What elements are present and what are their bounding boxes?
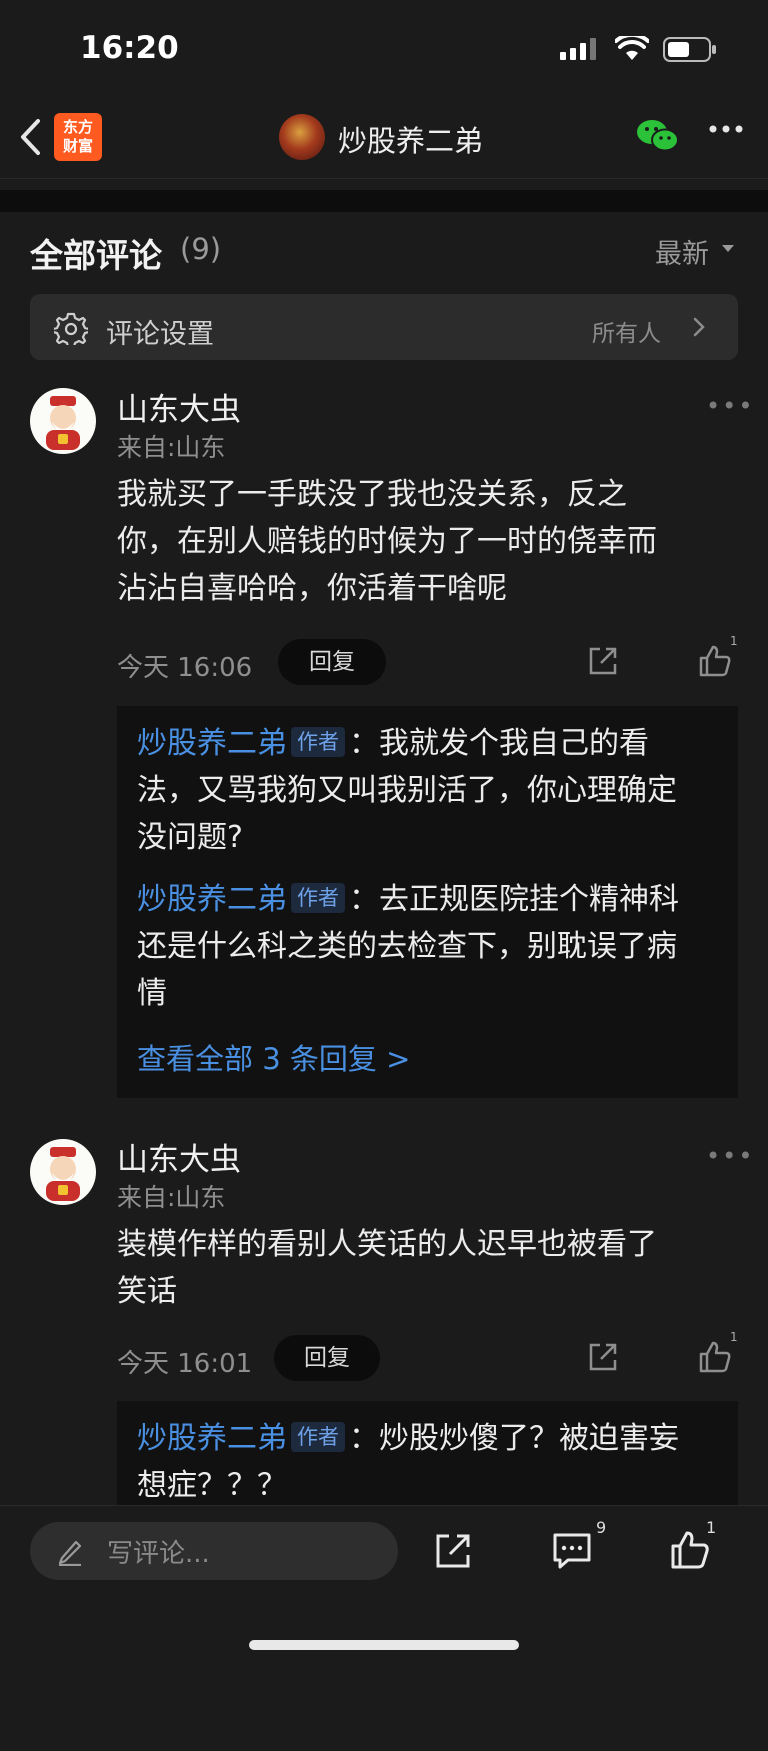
wifi-icon [615, 36, 649, 60]
battery-icon [663, 37, 716, 62]
reply-author[interactable]: 炒股养二弟 [137, 726, 287, 761]
comments-title: 全部评论 [30, 236, 162, 275]
text-line: 笑话 [117, 1274, 177, 1309]
fortune-god-icon [46, 396, 80, 450]
comment-more-icon[interactable]: ••• [706, 1142, 754, 1170]
chevron-right-icon [693, 317, 705, 337]
reply-author[interactable]: 炒股养二弟 [137, 882, 287, 917]
reply-button[interactable]: 回复 [274, 1335, 380, 1381]
view-all-replies-link[interactable]: 查看全部 3 条回复 > [137, 1036, 410, 1078]
reply-text: 没问题? [137, 820, 243, 855]
share-icon[interactable] [587, 645, 619, 677]
reply-text: 还是什么科之类的去检查下，别耽误了病 [137, 929, 677, 964]
reply-text: ：我就发个我自己的看 [349, 726, 649, 761]
more-icon[interactable] [709, 124, 743, 134]
like-icon[interactable] [698, 1340, 732, 1374]
logo-line1: 东方 [62, 118, 93, 136]
reply-text: ：炒股炒傻了？被迫害妄 [349, 1421, 679, 1456]
author-tag: 作者 [291, 1422, 345, 1452]
comment-location: 来自:山东 [117, 433, 226, 462]
text-line: 我就买了一手跌没了我也没关系，反之 [117, 477, 627, 512]
status-time: 16:20 [80, 30, 179, 66]
comment-text: 装模作样的看别人笑话的人迟早也被看了 笑话 [117, 1221, 737, 1315]
text-line: 沾沾自喜哈哈，你活着干啥呢 [117, 571, 507, 606]
like-count: 1 [706, 1518, 717, 1537]
back-icon[interactable] [18, 118, 42, 156]
sort-selector[interactable]: 最新 [655, 232, 709, 271]
comment-more-icon[interactable]: ••• [706, 392, 754, 420]
reply-text: 想症？？？ [137, 1468, 287, 1503]
commenter-avatar[interactable] [30, 388, 96, 454]
author-tag: 作者 [291, 883, 345, 913]
like-count: 1 [730, 634, 738, 648]
author-avatar[interactable] [279, 114, 325, 160]
text-line: 装模作样的看别人笑话的人迟早也被看了 [117, 1227, 657, 1262]
comment-location: 来自:山东 [117, 1183, 226, 1212]
comment-author[interactable]: 山东大虫 [117, 384, 241, 429]
wechat-icon[interactable] [636, 118, 680, 154]
fortune-god-icon [46, 1147, 80, 1201]
commenter-avatar[interactable] [30, 1139, 96, 1205]
settings-value: 所有人 [592, 321, 661, 347]
reply-text: ：去正规医院挂个精神科 [349, 882, 679, 917]
reply-text: 情 [137, 976, 167, 1011]
reply-item: 炒股养二弟 作者 ：炒股炒傻了？被迫害妄 想症？？？ [137, 1415, 737, 1509]
comment-author[interactable]: 山东大虫 [117, 1134, 241, 1179]
like-icon[interactable] [670, 1530, 710, 1570]
share-icon[interactable] [434, 1532, 472, 1570]
section-separator [0, 190, 768, 212]
reply-item: 炒股养二弟 作者 ：去正规医院挂个精神科 还是什么科之类的去检查下，别耽误了病 情 [137, 876, 737, 1017]
comment-count: 9 [596, 1518, 607, 1537]
divider [0, 178, 768, 179]
comment-text: 我就买了一手跌没了我也没关系，反之 你，在别人赔钱的时候为了一时的侥幸而 沾沾自… [117, 471, 737, 612]
like-icon[interactable] [698, 644, 732, 678]
author-tag: 作者 [291, 727, 345, 757]
text-line: 你，在别人赔钱的时候为了一时的侥幸而 [117, 524, 657, 559]
reply-button[interactable]: 回复 [278, 639, 386, 685]
comment-icon[interactable] [552, 1532, 592, 1570]
reply-text: 法，又骂我狗又叫我别活了，你心理确定 [137, 773, 677, 808]
comment-input[interactable] [30, 1522, 398, 1580]
settings-label: 评论设置 [106, 319, 214, 350]
comment-time: 今天 16:06 [117, 653, 253, 683]
page-title[interactable]: 炒股养二弟 [338, 118, 483, 160]
pencil-icon [58, 1540, 82, 1566]
like-count: 1 [730, 1330, 738, 1344]
signal-icon [560, 38, 596, 60]
comment-time: 今天 16:01 [117, 1349, 253, 1379]
caret-down-icon[interactable] [722, 245, 734, 252]
logo-line2: 财富 [62, 137, 93, 155]
reply-item: 炒股养二弟 作者 ：我就发个我自己的看 法，又骂我狗又叫我别活了，你心理确定 没问题… [137, 720, 737, 861]
comments-count: (9) [180, 232, 222, 266]
gear-icon [54, 312, 88, 345]
share-icon[interactable] [587, 1341, 619, 1373]
comment-input-placeholder[interactable]: 写评论... [107, 1533, 210, 1570]
home-indicator[interactable] [249, 1640, 519, 1650]
app-logo[interactable]: 东方 财富 [54, 113, 102, 161]
reply-author[interactable]: 炒股养二弟 [137, 1421, 287, 1456]
